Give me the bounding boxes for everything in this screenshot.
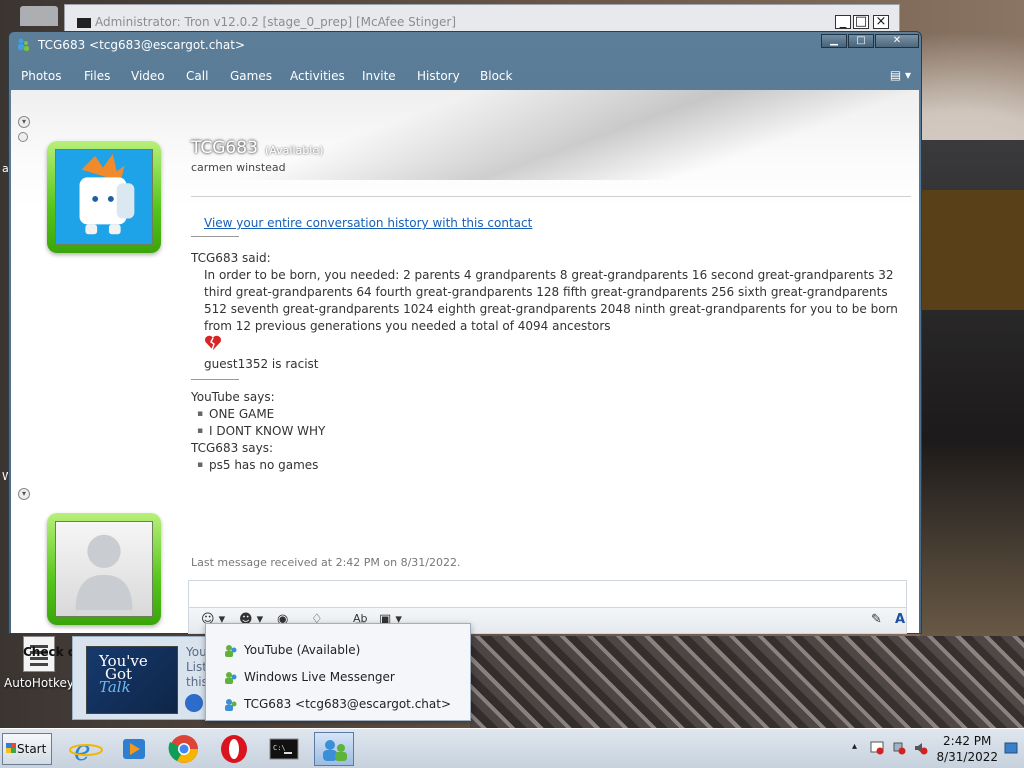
- buddy-icon: [225, 698, 237, 711]
- menu-files[interactable]: Files: [84, 69, 110, 83]
- messenger-buddy-icon: [18, 38, 29, 51]
- default-user-icon: [75, 534, 133, 611]
- command-prompt-icon[interactable]: C:\: [264, 732, 304, 766]
- popup-item-label: YouTube (Available): [244, 643, 361, 657]
- own-avatar[interactable]: [47, 513, 161, 625]
- svg-text:e: e: [74, 734, 91, 766]
- conversation-pane: ▾ TCG683 (Available) carmen winstead Vie…: [11, 90, 919, 659]
- contact-name: TCG683: [191, 138, 258, 158]
- broken-heart-icon: [205, 335, 221, 351]
- webcam-icon[interactable]: [18, 132, 28, 142]
- messenger-icon[interactable]: [314, 732, 354, 766]
- message-list: ps5 has no games: [191, 457, 913, 474]
- contact-status: (Available): [265, 144, 324, 157]
- toast-image-text: Talk: [99, 678, 131, 696]
- popup-item-youtube[interactable]: YouTube (Available): [224, 643, 360, 658]
- message-text: guest1352 is racist: [204, 357, 319, 371]
- minimize-button[interactable]: _: [835, 15, 851, 29]
- popup-item-wlm[interactable]: Windows Live Messenger: [224, 670, 395, 685]
- desktop-icon-label: AutoHotkey: [4, 676, 74, 690]
- close-button[interactable]: ×: [873, 15, 889, 29]
- menu-games[interactable]: Games: [230, 69, 272, 83]
- conversation-history: TCG683 said: In order to be born, you ne…: [191, 250, 913, 474]
- start-label: Start: [17, 742, 47, 756]
- popup-item-tcg683[interactable]: TCG683 <tcg683@escargot.chat>: [224, 697, 451, 712]
- list-item: I DONT KNOW WHY: [197, 423, 913, 440]
- history-divider: [191, 236, 239, 237]
- message-list: ONE GAME I DONT KNOW WHY: [191, 406, 913, 440]
- menu-video[interactable]: Video: [131, 69, 165, 83]
- menu-block[interactable]: Block: [480, 69, 512, 83]
- start-button[interactable]: Start: [2, 733, 52, 765]
- header-decoration: [186, 90, 919, 180]
- own-display-picture: [55, 521, 153, 617]
- clock-time: 2:42 PM: [943, 734, 992, 748]
- clock[interactable]: 2:42 PM 8/31/2022: [936, 733, 998, 765]
- contact-display-picture: [55, 149, 153, 245]
- options-dropdown-icon[interactable]: ▤ ▾: [890, 68, 911, 82]
- recycle-bin-icon[interactable]: [20, 6, 58, 26]
- toast-ad-image[interactable]: You've Got Talk: [86, 646, 178, 714]
- buddy-icon: [225, 671, 237, 684]
- internet-explorer-icon[interactable]: e: [66, 732, 106, 767]
- popup-item-label: Windows Live Messenger: [244, 670, 395, 684]
- handwriting-icon[interactable]: ✎: [871, 612, 882, 630]
- background-console-window[interactable]: Administrator: Tron v12.0.2 [stage_0_pre…: [64, 4, 900, 34]
- taskbar: Start e C:\ ▴ 2:42 PM 8/31/2022: [0, 728, 1024, 768]
- show-desktop-icon[interactable]: [1004, 741, 1018, 755]
- show-hidden-icons-icon[interactable]: ▴: [852, 741, 857, 752]
- background-window-title: Administrator: Tron v12.0.2 [stage_0_pre…: [95, 15, 457, 29]
- windows-logo-icon: [6, 743, 16, 753]
- message-input[interactable]: [188, 580, 907, 608]
- message-sender: YouTube says:: [191, 390, 275, 404]
- collapse-toggle-icon[interactable]: ▾: [18, 116, 30, 128]
- message-text: In order to be born, you needed: 2 paren…: [204, 268, 898, 333]
- opera-icon[interactable]: [214, 732, 254, 766]
- maximize-button[interactable]: □: [853, 15, 869, 29]
- svg-text:C:\: C:\: [273, 744, 286, 752]
- conversation-history-link[interactable]: View your entire conversation history wi…: [204, 216, 532, 230]
- buddy-icon: [225, 644, 237, 657]
- network-icon[interactable]: [892, 741, 906, 755]
- menu-activities[interactable]: Activities: [290, 69, 345, 83]
- menu-photos[interactable]: Photos: [21, 69, 61, 83]
- message-sender: TCG683 said:: [191, 251, 271, 265]
- chrome-icon[interactable]: [164, 732, 204, 766]
- volume-icon[interactable]: [914, 741, 928, 755]
- play-icon[interactable]: [185, 694, 203, 712]
- text-mode-icon[interactable]: A: [895, 612, 905, 630]
- action-center-icon[interactable]: [870, 741, 884, 755]
- desktop-photo-detail: [922, 190, 1024, 310]
- menu-history[interactable]: History: [417, 69, 460, 83]
- title-bar[interactable]: TCG683 <tcg683@escargot.chat> ▁ □ ✕: [9, 32, 921, 58]
- cube-character-icon: [79, 153, 135, 235]
- maximize-button[interactable]: □: [848, 34, 874, 48]
- message-divider: [191, 379, 239, 380]
- system-tray: ▴ 2:42 PM 8/31/2022: [844, 729, 1024, 768]
- collapse-toggle-icon[interactable]: ▾: [18, 488, 30, 500]
- window-title: TCG683 <tcg683@escargot.chat>: [38, 38, 246, 52]
- last-message-timestamp: Last message received at 2:42 PM on 8/31…: [191, 556, 461, 569]
- menu-call[interactable]: Call: [186, 69, 208, 83]
- menu-bar: Photos Files Video Call Games Activities…: [9, 60, 921, 90]
- messenger-conversation-window: TCG683 <tcg683@escargot.chat> ▁ □ ✕ Phot…: [8, 31, 922, 659]
- header-divider: [191, 196, 911, 197]
- list-item: ONE GAME: [197, 406, 913, 423]
- minimize-button[interactable]: ▁: [821, 34, 847, 48]
- message-sender: TCG683 says:: [191, 441, 274, 455]
- contact-avatar[interactable]: [47, 141, 161, 253]
- console-icon: [77, 18, 91, 28]
- popup-item-label: TCG683 <tcg683@escargot.chat>: [244, 697, 452, 711]
- menu-invite[interactable]: Invite: [362, 69, 396, 83]
- taskbar-thumbnail-menu: YouTube (Available) Windows Live Messeng…: [205, 623, 471, 721]
- media-player-icon[interactable]: [114, 732, 154, 766]
- contact-personal-message: carmen winstead: [191, 161, 286, 174]
- close-button[interactable]: ✕: [875, 34, 919, 48]
- clock-date: 8/31/2022: [936, 750, 998, 764]
- desktop-photo-rug: [470, 636, 1024, 728]
- list-item: ps5 has no games: [197, 457, 913, 474]
